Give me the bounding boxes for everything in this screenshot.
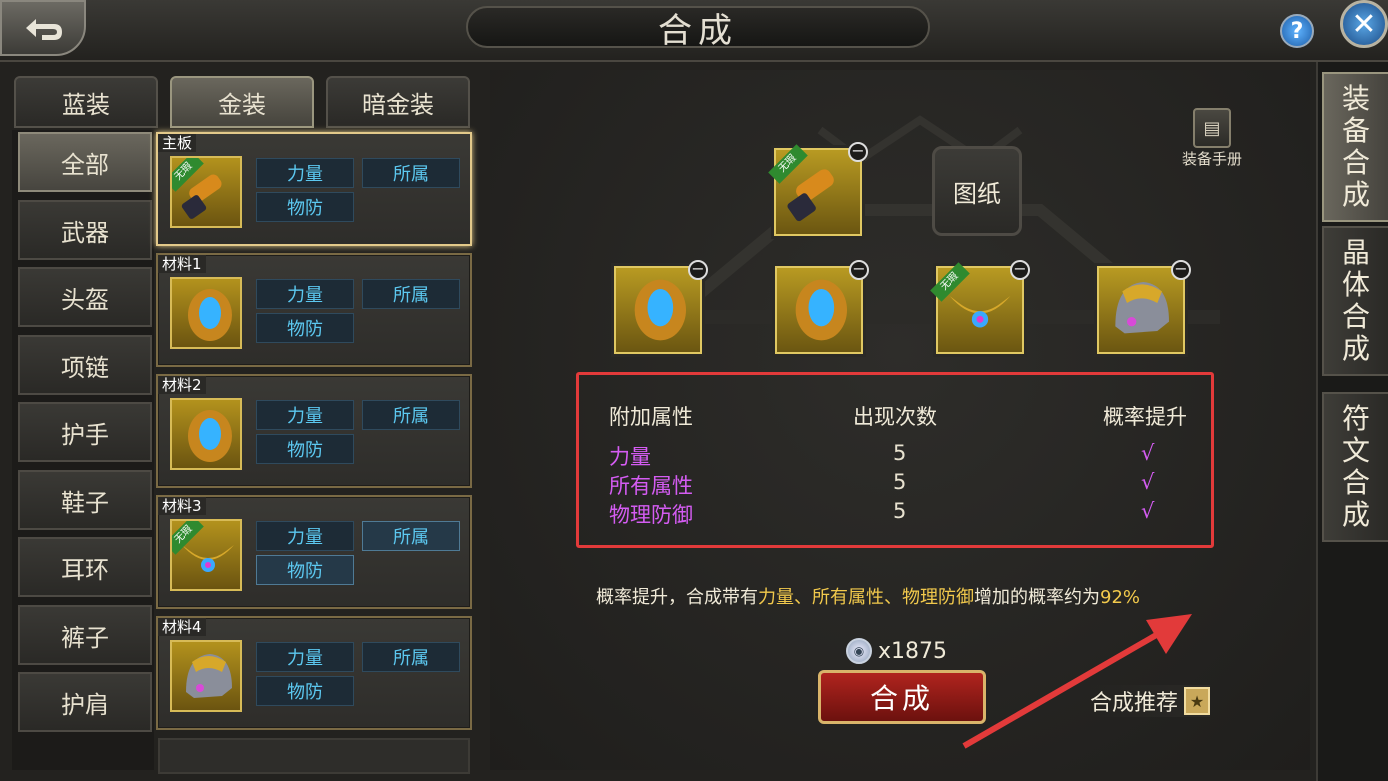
book-icon: ▤ (1193, 108, 1231, 148)
row-up: √ (1141, 470, 1155, 494)
category-earrings[interactable]: 耳环 (18, 537, 152, 597)
annotation-arrow (962, 614, 1192, 749)
main-equip-slot[interactable]: 无瑕 − (768, 142, 868, 236)
row-attr: 力量 (609, 445, 651, 469)
category-pants[interactable]: 裤子 (18, 605, 152, 665)
slot-tag: 材料4 (158, 618, 206, 636)
page-title: 合成 (466, 6, 930, 51)
category-all[interactable]: 全部 (18, 132, 152, 192)
tab-label: 装备合成 (1341, 82, 1370, 211)
category-shoulder[interactable]: 护肩 (18, 672, 152, 732)
category-gloves[interactable]: 护手 (18, 402, 152, 462)
header-prob-up: 概率提升 (1103, 405, 1187, 429)
desc-attrs: 力量、所有属性、物理防御 (758, 587, 974, 608)
category-list: 全部 武器 头盔 项链 护手 鞋子 耳环 裤子 护肩 (12, 130, 154, 770)
remove-icon[interactable]: − (1171, 260, 1191, 280)
remove-icon[interactable]: − (848, 142, 868, 162)
slot-material-3[interactable]: 材料3 无瑕 力量 所属 物防 (156, 495, 472, 609)
attr-phys-def: 物防 (256, 434, 354, 464)
attr-strength: 力量 (256, 642, 354, 672)
row-count: 5 (893, 470, 907, 494)
row-up: √ (1141, 441, 1155, 465)
tab-gold-equip[interactable]: 金装 (170, 76, 314, 128)
slot-material-2[interactable]: 材料2 力量 所属 物防 (156, 374, 472, 488)
material-slot-3[interactable]: 无瑕 − (930, 260, 1030, 354)
manual-label: 装备手册 (1181, 150, 1242, 168)
slot-next-partial (158, 738, 470, 774)
attr-phys-def: 物防 (256, 555, 354, 585)
tab-equip-synthesis[interactable]: 装备合成 (1322, 72, 1388, 222)
close-button[interactable]: ✕ (1340, 0, 1388, 48)
slot-tag: 主板 (158, 134, 197, 152)
slot-material-4[interactable]: 材料4 力量 所属 物防 (156, 616, 472, 730)
remove-icon[interactable]: − (1010, 260, 1030, 280)
material-slot-2[interactable]: − (775, 260, 869, 354)
question-icon: ? (1290, 18, 1304, 44)
row-count: 5 (893, 499, 907, 523)
attr-belong: 所属 (362, 279, 460, 309)
tab-label: 晶体合成 (1341, 236, 1370, 365)
top-bar: 合成 ? ✕ (0, 0, 1388, 62)
attribute-table: 附加属性 出现次数 概率提升 力量 5 √ 所有属性 5 √ 物理防御 5 √ (576, 372, 1214, 548)
attr-strength: 力量 (256, 521, 354, 551)
attr-strength: 力量 (256, 158, 354, 188)
tab-dark-gold-equip[interactable]: 暗金装 (326, 76, 470, 128)
remove-icon[interactable]: − (688, 260, 708, 280)
row-up: √ (1141, 499, 1155, 523)
slot-tag: 材料1 (158, 255, 206, 273)
attr-phys-def: 物防 (256, 676, 354, 706)
equipment-manual-button[interactable]: ▤ 装备手册 (1172, 108, 1252, 169)
attr-phys-def: 物防 (256, 192, 354, 222)
blueprint-slot[interactable]: 图纸 (932, 146, 1022, 236)
material-slot-4[interactable]: − (1097, 260, 1191, 354)
attr-belong: 所属 (362, 521, 460, 551)
shoulder-icon (170, 398, 242, 470)
attr-belong: 所属 (362, 400, 460, 430)
tab-crystal-synthesis[interactable]: 晶体合成 (1322, 226, 1388, 376)
close-icon: ✕ (1351, 6, 1377, 42)
help-button[interactable]: ? (1280, 14, 1314, 48)
necklace-icon: 无瑕 (170, 519, 242, 591)
silver-coin-icon: ◉ (846, 638, 872, 664)
back-arrow-icon (26, 19, 62, 40)
header-attribute: 附加属性 (609, 405, 693, 429)
tab-blue-equip[interactable]: 蓝装 (14, 76, 158, 128)
cost-value: x1875 (878, 638, 948, 664)
weapon-icon: 无瑕 (170, 156, 242, 228)
row-attr: 所有属性 (609, 474, 693, 498)
slot-tag: 材料2 (158, 376, 206, 394)
attr-belong: 所属 (362, 158, 460, 188)
remove-icon[interactable]: − (849, 260, 869, 280)
category-weapon[interactable]: 武器 (18, 200, 152, 260)
desc-prefix: 概率提升，合成带有 (596, 587, 758, 608)
attr-strength: 力量 (256, 279, 354, 309)
material-slot-1[interactable]: − (614, 260, 708, 354)
tab-label: 符文合成 (1341, 402, 1370, 531)
slot-tag: 材料3 (158, 497, 206, 515)
attr-belong: 所属 (362, 642, 460, 672)
category-shoes[interactable]: 鞋子 (18, 470, 152, 530)
back-button[interactable] (0, 0, 86, 56)
attr-strength: 力量 (256, 400, 354, 430)
row-attr: 物理防御 (609, 503, 693, 527)
header-count: 出现次数 (853, 405, 937, 429)
slot-main[interactable]: 主板 无瑕 力量 所属 物防 (156, 132, 472, 246)
tab-rune-synthesis[interactable]: 符文合成 (1322, 392, 1388, 542)
category-necklace[interactable]: 项链 (18, 335, 152, 395)
slot-material-1[interactable]: 材料1 力量 所属 物防 (156, 253, 472, 367)
attr-phys-def: 物防 (256, 313, 354, 343)
category-helmet[interactable]: 头盔 (18, 267, 152, 327)
row-count: 5 (893, 441, 907, 465)
shoulder-icon (170, 277, 242, 349)
helmet-icon (170, 640, 242, 712)
cost-display: ◉ x1875 (846, 638, 947, 664)
